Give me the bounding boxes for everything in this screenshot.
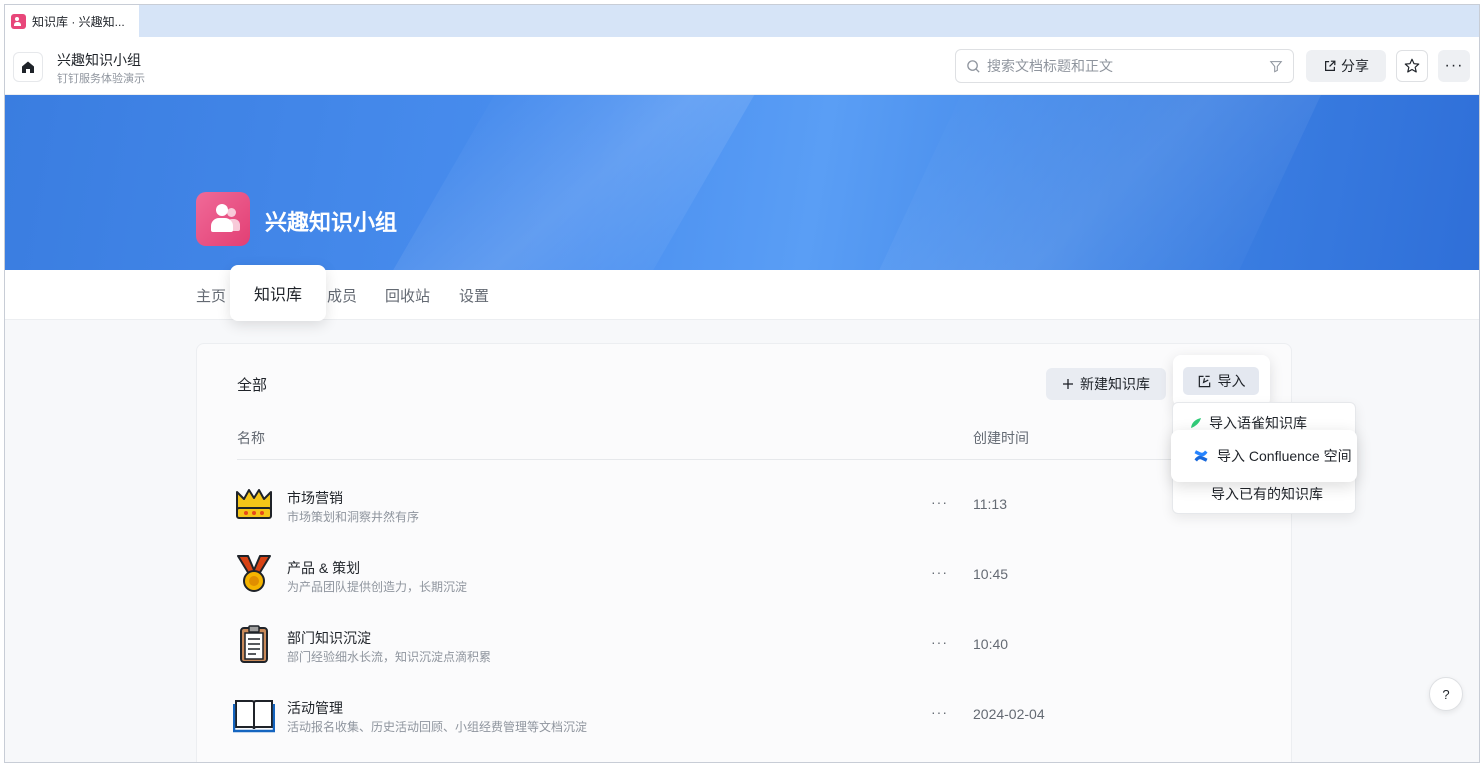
column-header-name: 名称	[237, 430, 265, 446]
list-item[interactable]: 市场营销 市场策划和洞察井然有序 ··· 11:13	[233, 476, 1253, 536]
share-label: 分享	[1341, 58, 1369, 74]
top-bar: 兴趣知识小组 钉钉服务体验演示 搜索文档标题和正文 分享 ···	[5, 37, 1479, 95]
tab-recycle-bin[interactable]: 回收站	[385, 285, 430, 306]
group-banner: 兴趣知识小组	[5, 95, 1479, 270]
new-knowledge-base-label: 新建知识库	[1080, 376, 1150, 392]
item-description: 为产品团队提供创造力，长期沉淀	[287, 580, 468, 594]
more-options-button[interactable]: ···	[1438, 50, 1470, 82]
share-button[interactable]: 分享	[1306, 50, 1386, 82]
browser-tab-title: 知识库 · 兴趣知...	[32, 14, 125, 29]
import-label: 导入	[1217, 373, 1246, 389]
home-button[interactable]	[13, 52, 43, 82]
search-input[interactable]: 搜索文档标题和正文	[955, 49, 1294, 83]
item-name: 活动管理	[287, 700, 343, 716]
filter-icon[interactable]	[1269, 59, 1283, 73]
yuque-icon	[1191, 418, 1201, 428]
column-header-created: 创建时间	[973, 430, 1029, 446]
book-icon	[233, 700, 275, 733]
tab-members[interactable]: 成员	[327, 285, 357, 306]
knowledge-base-list: 全部 新建知识库 导入 名称 创建时间 市场营销 市场策划和洞察井然有序 ···…	[196, 343, 1292, 762]
share-icon	[1325, 60, 1336, 71]
row-more-button[interactable]: ···	[931, 494, 948, 510]
list-item[interactable]: 部门知识沉淀 部门经验细水长流，知识沉淀点滴积累 ··· 10:40	[233, 616, 1253, 676]
list-item[interactable]: 活动管理 活动报名收集、历史活动回顾、小组经费管理等文档沉淀 ··· 2024-…	[233, 686, 1253, 746]
workspace-subtitle: 钉钉服务体验演示	[57, 73, 145, 85]
header-divider	[237, 459, 1253, 460]
tab-settings[interactable]: 设置	[459, 285, 489, 306]
medal-icon	[237, 555, 271, 592]
browser-tab-strip: 知识库 · 兴趣知...	[5, 5, 1479, 37]
item-created-time: 10:45	[973, 566, 1009, 582]
confluence-icon	[1194, 450, 1208, 462]
row-more-button[interactable]: ···	[931, 564, 948, 580]
item-description: 部门经验细水长流，知识沉淀点滴积累	[287, 650, 492, 664]
new-knowledge-base-button[interactable]: 新建知识库	[1046, 368, 1166, 400]
search-icon	[967, 59, 980, 73]
item-name: 产品 & 策划	[287, 560, 361, 576]
star-icon	[1404, 58, 1420, 73]
group-title: 兴趣知识小组	[265, 210, 398, 235]
import-icon	[1198, 375, 1210, 387]
item-description: 活动报名收集、历史活动回顾、小组经费管理等文档沉淀	[287, 720, 588, 734]
item-created-time: 2024-02-04	[973, 706, 1045, 722]
tab-home[interactable]: 主页	[196, 285, 226, 306]
browser-tab[interactable]: 知识库 · 兴趣知...	[5, 5, 139, 37]
group-nav: 主页 成员 回收站 设置 知识库	[5, 265, 1479, 321]
item-description: 市场策划和洞察井然有序	[287, 510, 420, 524]
item-name: 市场营销	[287, 490, 343, 506]
plus-icon	[1063, 379, 1073, 389]
home-icon	[22, 61, 34, 73]
workspace-name: 兴趣知识小组	[57, 52, 141, 68]
help-button[interactable]: ?	[1429, 677, 1463, 711]
clipboard-icon	[240, 625, 268, 663]
favorite-button[interactable]	[1396, 50, 1428, 82]
item-name: 部门知识沉淀	[287, 630, 371, 646]
group-favicon-icon	[11, 13, 26, 29]
menu-item-label: 导入 Confluence 空间	[1217, 448, 1352, 464]
import-button[interactable]: 导入	[1183, 367, 1259, 395]
app-window: 知识库 · 兴趣知... 兴趣知识小组 钉钉服务体验演示 搜索文档标题和正文 分…	[4, 4, 1480, 763]
section-title: 全部	[237, 377, 268, 394]
row-more-button[interactable]: ···	[931, 634, 948, 650]
tab-knowledge-base[interactable]: 知识库	[230, 265, 326, 321]
crown-icon	[236, 489, 272, 519]
menu-item-import-existing[interactable]: 导入已有的知识库	[1173, 479, 1355, 509]
search-placeholder: 搜索文档标题和正文	[987, 58, 1113, 74]
group-avatar	[196, 192, 250, 246]
item-created-time: 11:13	[973, 496, 1007, 512]
import-highlight: 导入	[1173, 355, 1270, 407]
menu-item-import-confluence[interactable]: 导入 Confluence 空间	[1171, 430, 1357, 482]
menu-item-label: 导入已有的知识库	[1211, 486, 1323, 502]
item-created-time: 10:40	[973, 636, 1009, 652]
list-item[interactable]: 产品 & 策划 为产品团队提供创造力，长期沉淀 ··· 10:45	[233, 546, 1253, 606]
row-more-button[interactable]: ···	[931, 704, 948, 720]
